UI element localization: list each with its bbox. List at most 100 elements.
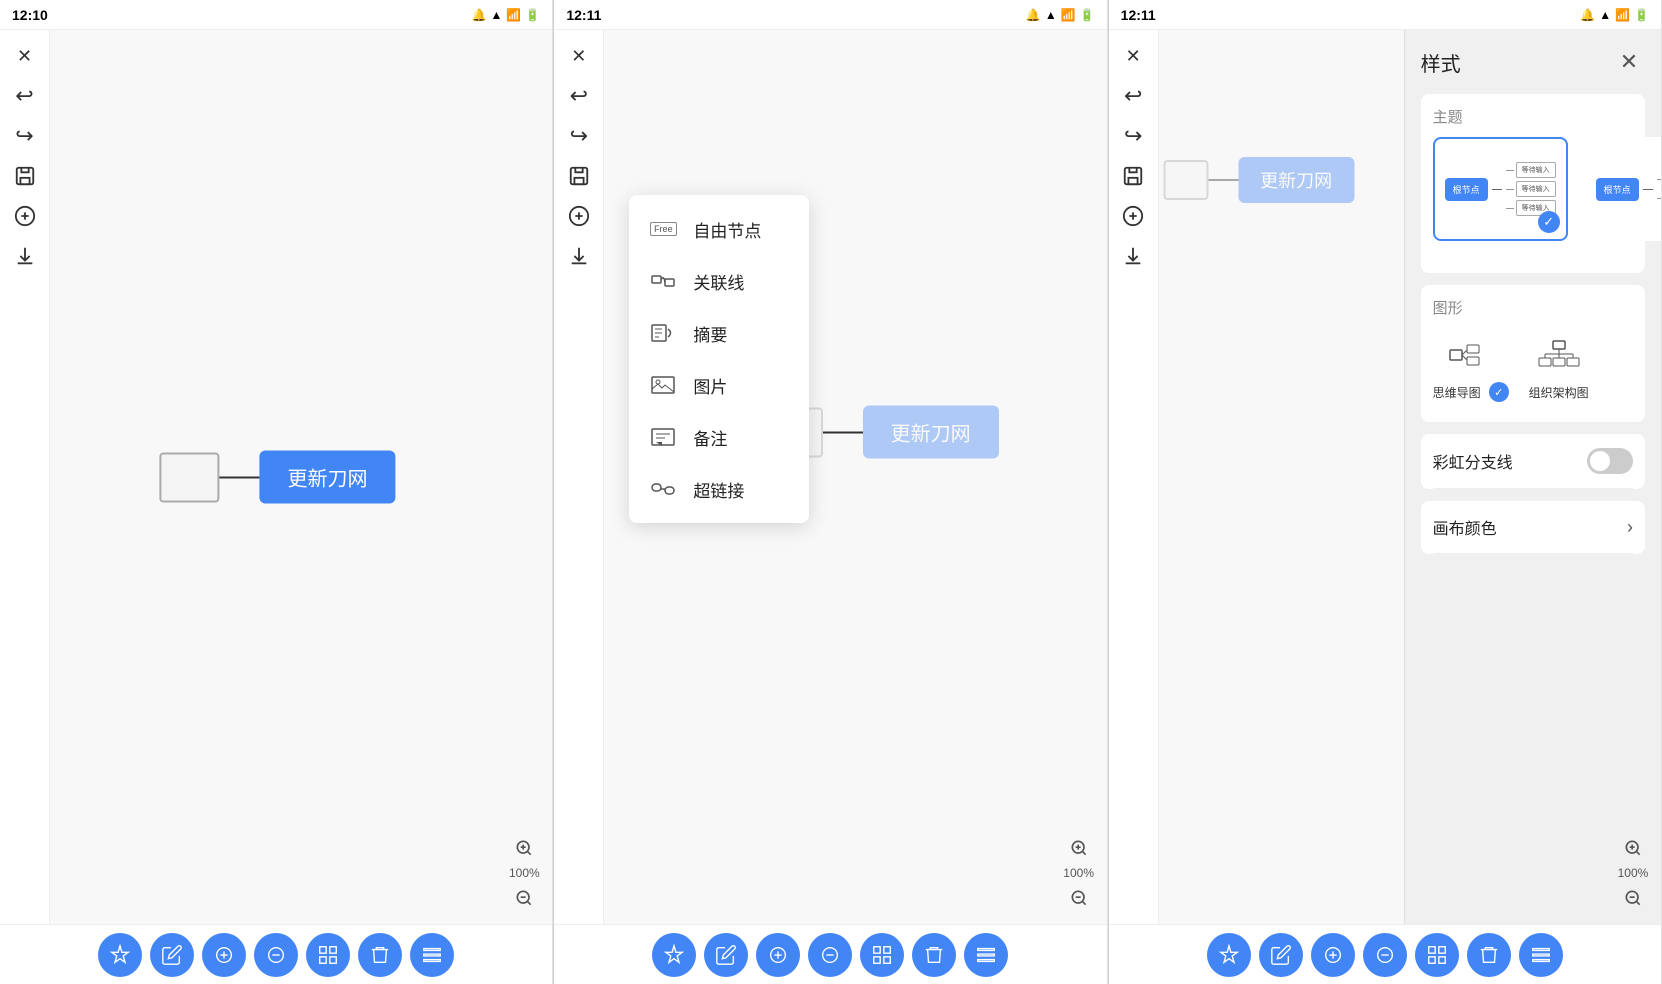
signal-icon: 📶 — [506, 8, 521, 22]
panel1-undo-btn[interactable]: ↩ — [7, 78, 43, 114]
panel2-edit-btn[interactable] — [704, 933, 748, 977]
popup-free-node-label: 自由节点 — [693, 217, 761, 242]
style-panel-title: 样式 — [1421, 48, 1461, 77]
panel1-connector — [220, 476, 260, 478]
theme-card-2[interactable]: 根节点 等待输入 等待输入 — [1584, 137, 1661, 241]
theme-section: 主题 根节点 等待输入 等待输 — [1421, 94, 1645, 273]
panel3-magic-btn[interactable] — [1207, 933, 1251, 977]
panel1-expand-btn[interactable] — [202, 933, 246, 977]
canvas-color-chevron[interactable]: › — [1627, 517, 1633, 538]
panel2-battery-icon: 🔋 — [1080, 8, 1095, 22]
panel3-redo-btn[interactable]: ↪ — [1115, 118, 1151, 154]
notification-icon: 🔔 — [472, 8, 487, 22]
wifi-icon: ▲ — [491, 8, 503, 22]
panel3-zoom-in[interactable] — [1617, 832, 1649, 864]
panel1-child-node[interactable]: 更新刀网 — [260, 451, 396, 504]
panel2-close-btn[interactable]: ✕ — [561, 38, 597, 74]
panel3-status: 12:11 🔔 ▲ 📶 🔋 — [1109, 0, 1661, 30]
panel3-download-btn[interactable] — [1115, 238, 1151, 274]
mindmap-icon — [1447, 336, 1495, 376]
popup-image[interactable]: 图片 — [629, 359, 809, 411]
panel2-popup-menu: Free 自由节点 关联线 摘要 图片 备注 — [629, 195, 809, 523]
panel3-child-node[interactable]: 更新刀网 — [1238, 157, 1354, 203]
panel2-zoom-out[interactable] — [1063, 882, 1095, 914]
panel2-magic-btn[interactable] — [652, 933, 696, 977]
panel3-undo-btn[interactable]: ↩ — [1115, 78, 1151, 114]
panel3-expand-btn[interactable] — [1311, 933, 1355, 977]
panel1-add-btn[interactable] — [7, 198, 43, 234]
popup-hyperlink[interactable]: 超链接 — [629, 463, 809, 515]
panel1-redo-btn[interactable]: ↪ — [7, 118, 43, 154]
panel3-delete-btn[interactable] — [1467, 933, 1511, 977]
style-panel: 样式 ✕ 主题 根节点 等待输入 — [1404, 30, 1661, 924]
panel2-zoom-in[interactable] — [1063, 832, 1095, 864]
panel1-delete-btn[interactable] — [358, 933, 402, 977]
panel1-status-icons: 🔔 ▲ 📶 🔋 — [472, 8, 541, 22]
panel3-battery-icon: 🔋 — [1634, 8, 1649, 22]
panel3-root-node[interactable] — [1163, 160, 1208, 200]
panel1-time: 12:10 — [12, 7, 48, 23]
panel1-collapse-btn[interactable] — [254, 933, 298, 977]
panel2-fit-btn[interactable] — [860, 933, 904, 977]
theme-row: 根节点 等待输入 等待输入 — [1433, 137, 1633, 241]
theme-label: 主题 — [1433, 106, 1633, 127]
rainbow-section: 彩虹分支线 — [1421, 434, 1645, 489]
panel2-connector — [823, 431, 863, 433]
panel1-zoom-level: 100% — [509, 866, 540, 880]
panel3-edit-btn[interactable] — [1259, 933, 1303, 977]
panel2-redo-btn[interactable]: ↪ — [561, 118, 597, 154]
panel2-collapse-btn[interactable] — [808, 933, 852, 977]
panel3-wifi-icon: ▲ — [1599, 8, 1611, 22]
panel1-zoom-in[interactable] — [508, 832, 540, 864]
panel1-close-btn[interactable]: ✕ — [7, 38, 43, 74]
panel2-add-btn[interactable] — [561, 198, 597, 234]
panel3-menu-btn[interactable] — [1519, 933, 1563, 977]
mindmap-shape-item[interactable]: 思维导图 ✓ — [1433, 336, 1509, 402]
panel3-signal-icon: 📶 — [1615, 8, 1630, 22]
panel3-zoom-out[interactable] — [1617, 882, 1649, 914]
panel1-download-btn[interactable] — [7, 238, 43, 274]
theme2-preview-root: 根节点 — [1596, 178, 1639, 201]
panel3-save-btn[interactable] — [1115, 158, 1151, 194]
panel1-save-btn[interactable] — [7, 158, 43, 194]
panel3-collapse-btn[interactable] — [1363, 933, 1407, 977]
popup-relation-line[interactable]: 关联线 — [629, 255, 809, 307]
relation-line-icon — [649, 267, 677, 295]
panel1-magic-btn[interactable] — [98, 933, 142, 977]
panel1-zoom: 100% — [508, 832, 540, 914]
panel2-child-node[interactable]: 更新刀网 — [863, 406, 999, 459]
free-node-icon: Free — [649, 215, 677, 243]
panel3-canvas-preview[interactable]: 更新刀网 — [1159, 30, 1409, 330]
panel1-edit-btn[interactable] — [150, 933, 194, 977]
panel2-undo-btn[interactable]: ↩ — [561, 78, 597, 114]
panel2-delete-btn[interactable] — [912, 933, 956, 977]
style-panel-close-btn[interactable]: ✕ — [1613, 46, 1645, 78]
popup-hyperlink-label: 超链接 — [693, 477, 744, 502]
panel3: 12:11 🔔 ▲ 📶 🔋 ✕ ↩ ↪ 更新刀网 样式 — [1109, 0, 1662, 984]
rainbow-toggle[interactable] — [1587, 448, 1633, 474]
panel1-root-node[interactable] — [160, 452, 220, 502]
panel2-download-btn[interactable] — [561, 238, 597, 274]
theme-card-1[interactable]: 根节点 等待输入 等待输入 — [1433, 137, 1568, 241]
panel1-fit-btn[interactable] — [306, 933, 350, 977]
popup-note[interactable]: 备注 — [629, 411, 809, 463]
panel3-mindmap: 更新刀网 — [1163, 157, 1354, 203]
panel3-fit-btn[interactable] — [1415, 933, 1459, 977]
org-shape-item[interactable]: 组织架构图 — [1529, 338, 1589, 401]
panel2-zoom-level: 100% — [1063, 866, 1094, 880]
popup-summary[interactable]: 摘要 — [629, 307, 809, 359]
panel3-close-btn[interactable]: ✕ — [1115, 38, 1151, 74]
panel1-canvas[interactable]: 更新刀网 — [50, 30, 552, 924]
panel2-expand-btn[interactable] — [756, 933, 800, 977]
popup-relation-line-label: 关联线 — [693, 269, 744, 294]
panel3-add-btn[interactable] — [1115, 198, 1151, 234]
panel2-status: 12:11 🔔 ▲ 📶 🔋 — [554, 0, 1106, 30]
popup-free-node[interactable]: Free 自由节点 — [629, 203, 809, 255]
panel1-zoom-out[interactable] — [508, 882, 540, 914]
rainbow-label: 彩虹分支线 — [1433, 449, 1513, 473]
panel2-menu-btn[interactable] — [964, 933, 1008, 977]
shape-row: 思维导图 ✓ — [1433, 328, 1633, 410]
panel2-save-btn[interactable] — [561, 158, 597, 194]
image-icon — [649, 371, 677, 399]
panel1-menu-btn[interactable] — [410, 933, 454, 977]
